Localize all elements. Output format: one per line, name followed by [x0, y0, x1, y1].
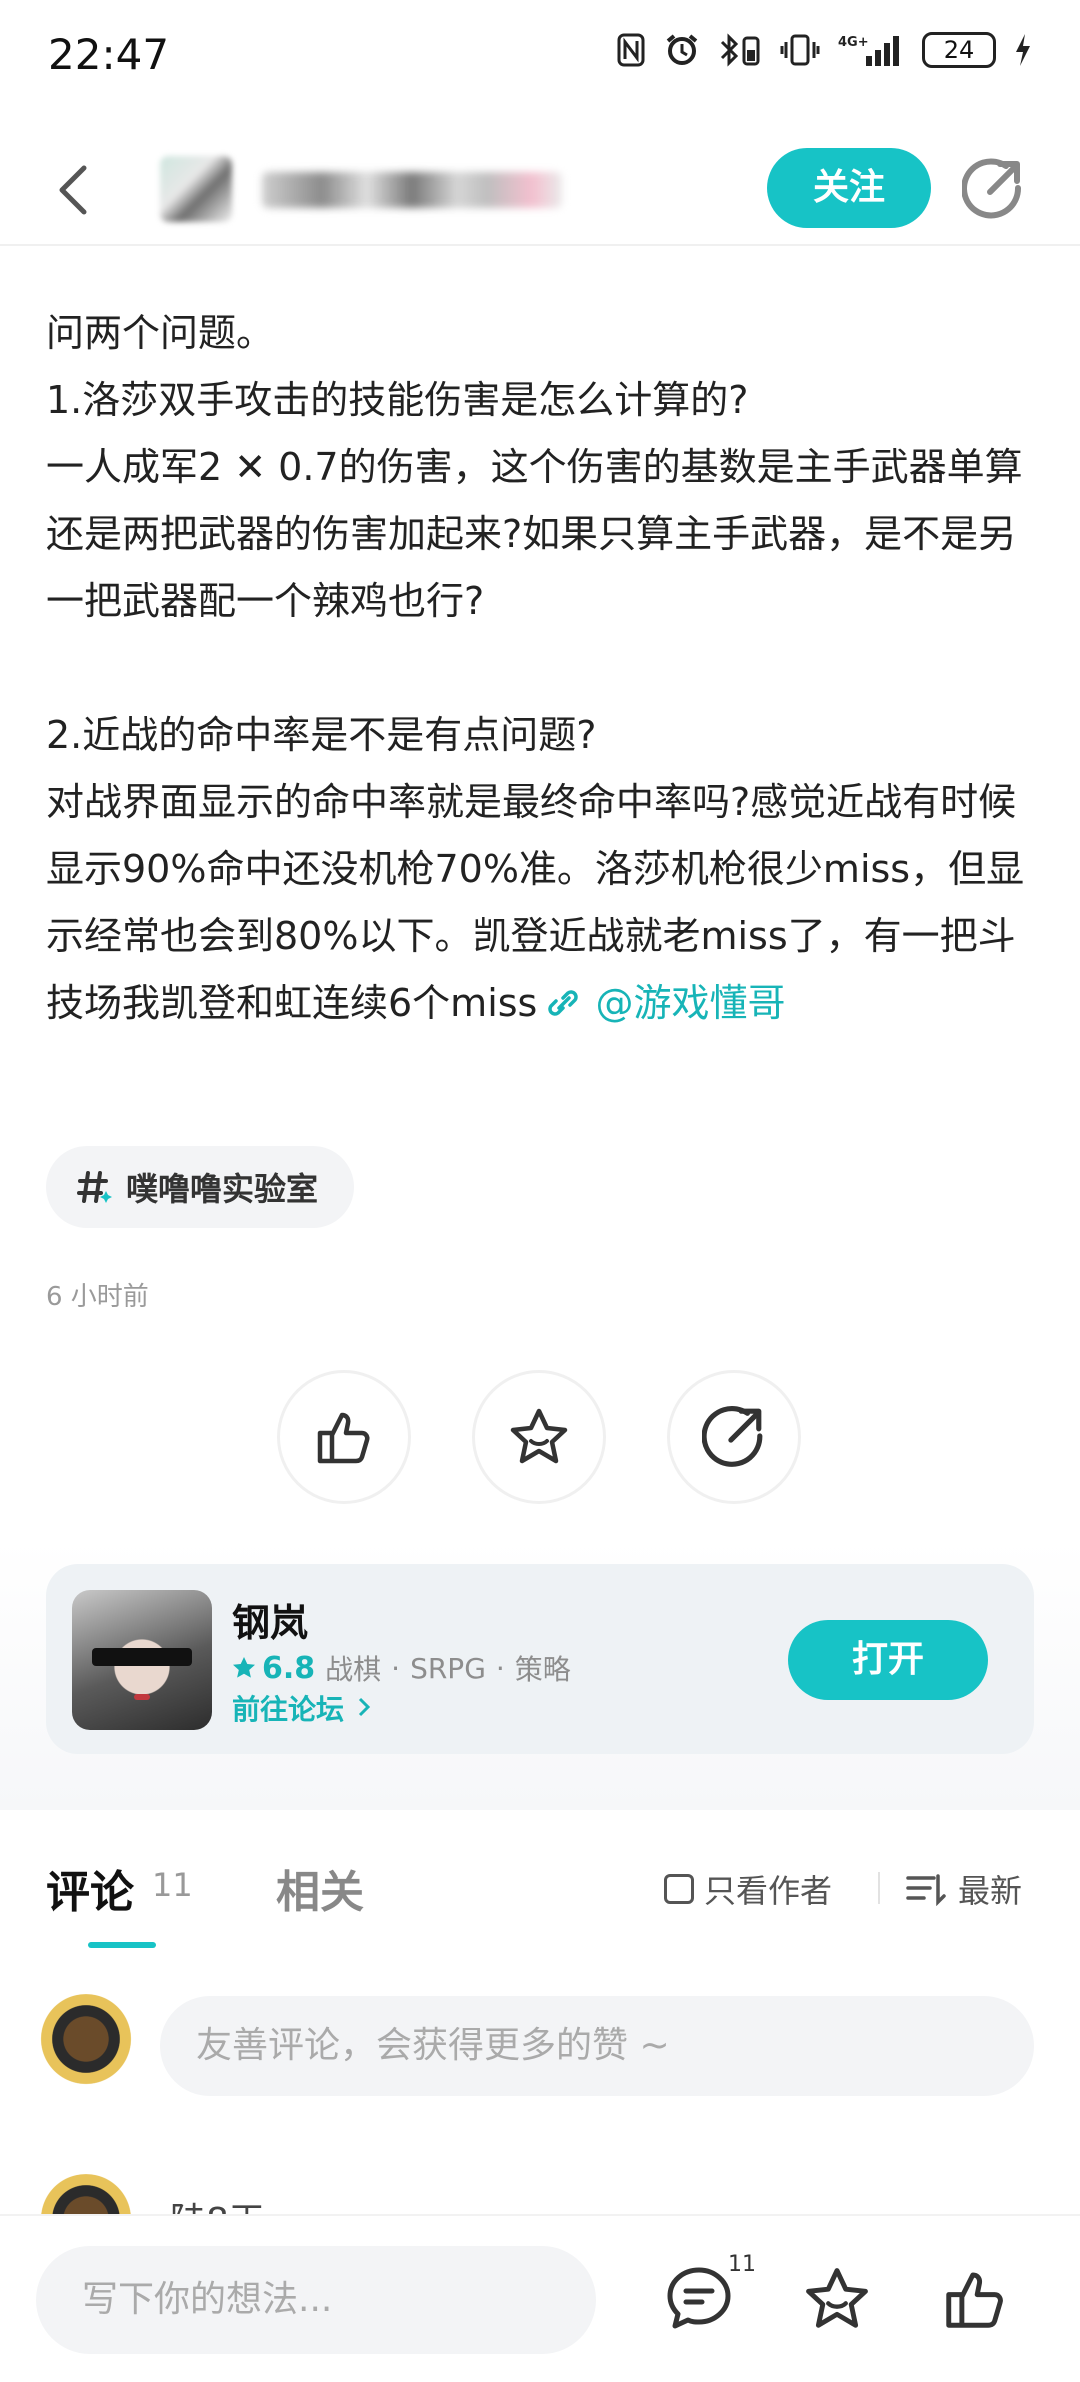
- post-line: 1.洛莎双手攻击的技能伤害是怎么计算的?: [46, 378, 749, 422]
- game-rating: 6.8: [232, 1651, 315, 1686]
- back-icon[interactable]: [50, 160, 100, 220]
- forum-link[interactable]: 前往论坛: [232, 1688, 374, 1728]
- status-time: 22:47: [48, 30, 170, 79]
- checkbox-icon: [664, 1874, 694, 1904]
- tab-related[interactable]: 相关: [276, 1856, 364, 1920]
- star-filled-icon: [233, 1657, 255, 1678]
- post-line: 问两个问题。: [46, 311, 275, 355]
- mention-link[interactable]: @游戏懂哥: [583, 981, 785, 1025]
- like-button[interactable]: [277, 1370, 411, 1504]
- comment-item: 陆8王: [0, 2170, 1080, 2220]
- post-time: 6 小时前: [46, 1282, 149, 1312]
- bottom-comment-input[interactable]: 写下你的想法...: [36, 2246, 596, 2354]
- post-line: 2.近战的命中率是不是有点问题?: [46, 713, 597, 757]
- comment-count-badge: 11: [728, 2252, 756, 2277]
- share-icon: [702, 1406, 763, 1467]
- separator-dot: ·: [495, 1651, 505, 1685]
- tab-comments[interactable]: 评论: [46, 1856, 134, 1920]
- game-tag: 战棋: [325, 1653, 382, 1686]
- forum-link-label: 前往论坛: [232, 1693, 345, 1726]
- only-author-label: 只看作者: [704, 1872, 833, 1910]
- game-card[interactable]: 钢岚 6.8 战棋 · SRPG · 策略 前往论坛 打开: [46, 1564, 1034, 1754]
- game-cover-image: [72, 1590, 212, 1730]
- rating-value: 6.8: [262, 1650, 316, 1686]
- topic-tag[interactable]: 噗噜噜实验室: [46, 1146, 355, 1228]
- vibrate-icon: [780, 34, 820, 66]
- favorite-button[interactable]: [472, 1370, 606, 1504]
- battery-indicator: 24: [922, 32, 996, 68]
- star-icon[interactable]: [802, 2264, 872, 2334]
- game-meta: 6.8 战棋 · SRPG · 策略: [232, 1648, 571, 1688]
- sort-icon: [906, 1874, 946, 1906]
- bottom-bar: 写下你的想法... 11: [0, 2214, 1080, 2382]
- divider: [878, 1872, 880, 1904]
- sort-button[interactable]: 最新: [906, 1866, 1022, 1912]
- thumbs-up-icon: [317, 1412, 370, 1464]
- thumbs-up-icon[interactable]: [940, 2264, 1010, 2334]
- post-header: 关注: [0, 130, 1080, 246]
- user-avatar[interactable]: [36, 1994, 136, 2094]
- comment-input[interactable]: 友善评论，会获得更多的赞 ~: [160, 1996, 1034, 2096]
- game-tag: 策略: [514, 1653, 571, 1686]
- hashtag-icon: [77, 1171, 112, 1203]
- comment-icon[interactable]: [664, 2264, 734, 2334]
- follow-button[interactable]: 关注: [767, 148, 931, 228]
- active-tab-indicator: [88, 1942, 156, 1948]
- game-tag: SRPG: [410, 1651, 486, 1685]
- svg-text:4G+: 4G+: [838, 35, 869, 50]
- post-line: 对战界面显示的命中率就是最终命中率吗?感觉近战有时候显示90%命中还没机枪70%…: [46, 780, 1025, 1025]
- comment-compose-row: 友善评论，会获得更多的赞 ~: [0, 1990, 1080, 2110]
- only-author-toggle[interactable]: 只看作者: [664, 1866, 832, 1912]
- separator-dot: ·: [391, 1651, 401, 1685]
- open-game-button[interactable]: 打开: [788, 1620, 988, 1700]
- star-icon: [510, 1408, 568, 1464]
- post-paragraph: 对战界面显示的命中率就是最终命中率吗?感觉近战有时候显示90%命中还没机枪70%…: [46, 769, 1036, 1037]
- charging-icon: [1016, 34, 1030, 66]
- post-content: 问两个问题。 1.洛莎双手攻击的技能伤害是怎么计算的? 一人成军2 ✕ 0.7的…: [46, 300, 1036, 1037]
- author-avatar[interactable]: [160, 156, 232, 222]
- game-title: 钢岚: [232, 1601, 309, 1645]
- sort-label: 最新: [958, 1872, 1023, 1910]
- share-button[interactable]: [667, 1370, 801, 1504]
- signal-icon: 4G+: [838, 35, 899, 66]
- chevron-right-icon: [358, 1697, 370, 1717]
- post-line: 一人成军2 ✕ 0.7的伤害，这个伤害的基数是主手武器单算还是两把武器的伤害加起…: [46, 445, 1023, 623]
- nfc-icon: [617, 33, 645, 67]
- status-icons: 4G+ 24: [616, 32, 1032, 68]
- author-name-blurred[interactable]: [262, 172, 562, 208]
- link-icon: [548, 990, 579, 1016]
- bluetooth-battery-icon: [720, 33, 760, 67]
- alarm-icon: [666, 34, 698, 65]
- comments-count: 11: [152, 1866, 193, 1904]
- share-icon[interactable]: [962, 158, 1024, 220]
- status-bar: 22:47 4G+ 24: [0, 0, 1080, 110]
- topic-label: 噗噜噜实验室: [126, 1170, 319, 1208]
- comment-tabs: 评论 11 相关 只看作者 最新: [0, 1810, 1080, 1960]
